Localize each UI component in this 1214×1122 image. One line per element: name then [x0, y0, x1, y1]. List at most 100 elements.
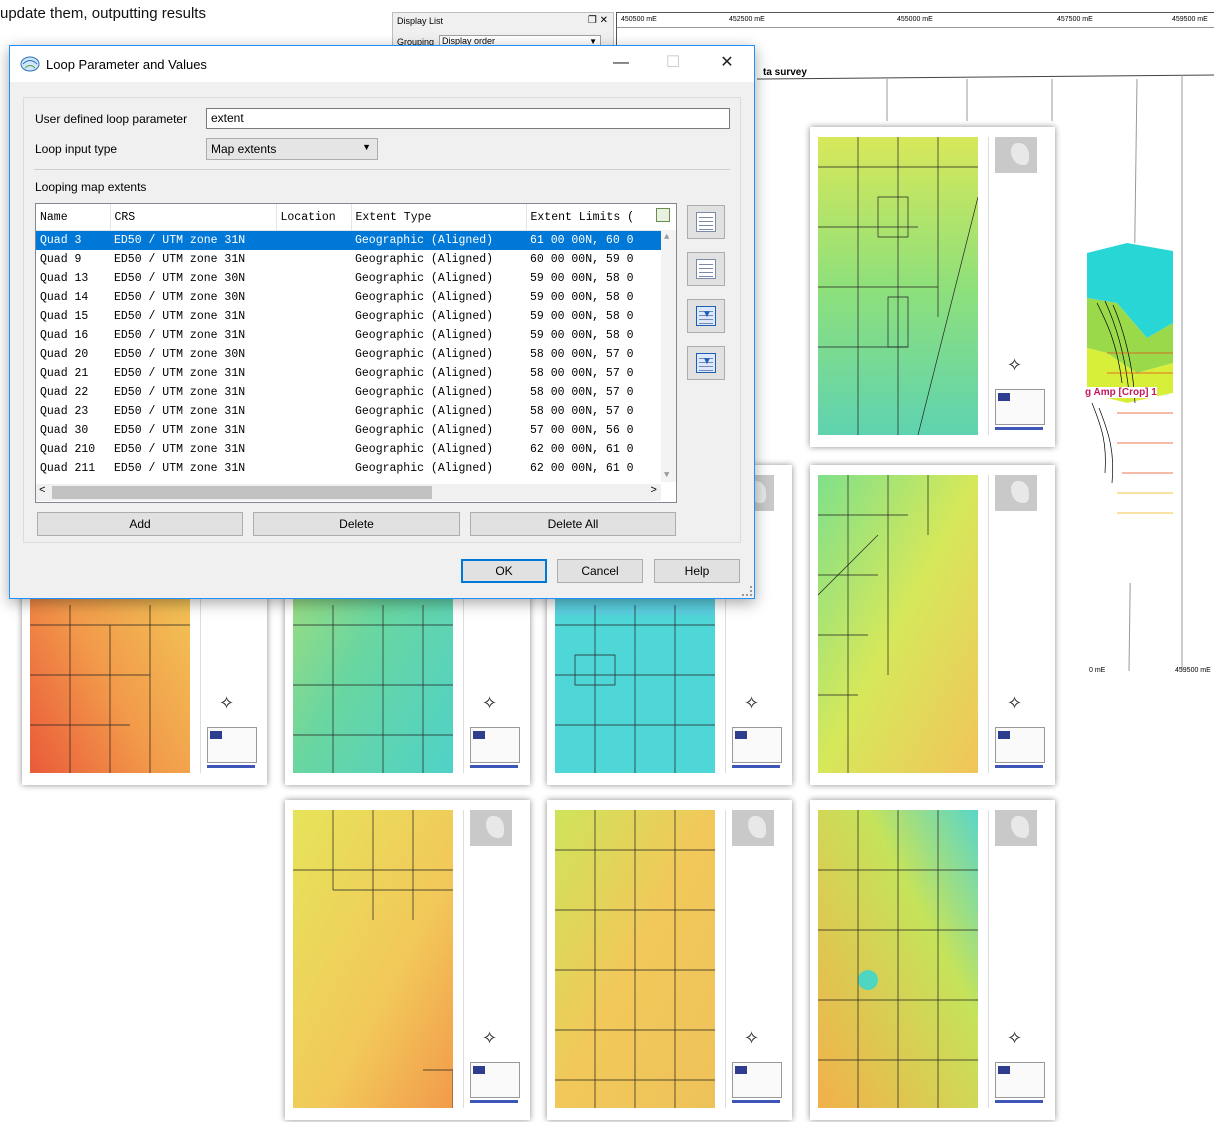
cell-extent-type: Geographic (Aligned) [355, 386, 494, 399]
map-thumbnail[interactable]: ✧ [810, 465, 1055, 785]
easting-label: 459500 mE [1175, 667, 1211, 674]
move-up-icon [696, 259, 716, 279]
top-easting-axis: 450500 mE 452500 mE 455000 mE 457500 mE … [617, 13, 1214, 28]
map-thumbnail[interactable]: ✧ [810, 800, 1055, 1120]
thumbnail-map [818, 137, 978, 435]
column-header-location[interactable]: Location [276, 204, 352, 231]
column-header-extent-type[interactable]: Extent Type [351, 204, 527, 231]
cell-location [276, 345, 351, 364]
add-button[interactable]: Add [37, 512, 243, 536]
cancel-button[interactable]: Cancel [557, 559, 643, 583]
background-caption: update them, outputting results [0, 5, 206, 22]
cell-name: Quad 21 [40, 367, 89, 380]
scroll-thumb[interactable] [52, 486, 432, 499]
table-row[interactable]: Quad 9 ED50 / UTM zone 31N Geographic (Ali… [36, 250, 676, 269]
easting-label: 452500 mE [729, 16, 765, 23]
cell-crs: ED50 / UTM zone 31N [114, 424, 246, 437]
table-row[interactable]: Quad 16 ED50 / UTM zone 31N Geographic (Al… [36, 326, 676, 345]
minimize-icon[interactable]: — [598, 46, 644, 82]
cell-name: Quad 211 [40, 462, 96, 475]
map-extents-grid[interactable]: Name CRS Location Extent Type Extent Lim… [35, 203, 677, 503]
legend-strip [995, 1100, 1043, 1103]
move-down-button[interactable]: ▼ [687, 299, 725, 333]
cell-extent-type: Geographic (Aligned) [355, 291, 494, 304]
close-icon[interactable]: ✕ [704, 46, 750, 82]
table-row[interactable]: Quad 13 ED50 / UTM zone 30N Geographic (Al… [36, 269, 676, 288]
column-header-crs[interactable]: CRS [110, 204, 277, 231]
resize-grip-icon[interactable] [742, 586, 752, 596]
column-chooser-icon[interactable] [656, 208, 670, 222]
scroll-up-icon[interactable]: ▲ [664, 232, 669, 242]
column-header-name[interactable]: Name [36, 204, 111, 231]
title-bar[interactable]: Loop Parameter and Values — ☐ ✕ [10, 46, 754, 82]
table-row[interactable]: Quad 30 ED50 / UTM zone 31N Geographic (Al… [36, 421, 676, 440]
vertical-scrollbar[interactable]: ▲ ▼ [661, 230, 676, 482]
map-thumbnail[interactable]: ✧ [547, 800, 792, 1120]
survey-label: ta survey [763, 67, 807, 78]
loop-parameter-input[interactable]: extent [206, 108, 730, 129]
legend-strip [207, 765, 255, 768]
cell-extent-limits: 62 00 00N, 61 0 [530, 443, 634, 456]
table-row[interactable]: Quad 211 ED50 / UTM zone 31N Geographic (A… [36, 459, 676, 478]
cell-name: Quad 16 [40, 329, 89, 342]
compass-icon: ✧ [1007, 355, 1023, 375]
loop-input-type-select[interactable]: Map extents ▼ [206, 138, 378, 160]
input-type-value: Map extents [211, 142, 277, 156]
horizontal-scrollbar[interactable]: < > [36, 484, 661, 501]
cell-crs: ED50 / UTM zone 31N [114, 253, 246, 266]
table-row[interactable]: Quad 15 ED50 / UTM zone 31N Geographic (Al… [36, 307, 676, 326]
location-map-icon [995, 137, 1037, 173]
dialog-title: Loop Parameter and Values [46, 57, 207, 72]
easting-label: 457500 mE [1057, 16, 1093, 23]
panel-float-close-icon[interactable]: ❐ ✕ [588, 15, 608, 26]
move-to-top-button[interactable] [687, 205, 725, 239]
scroll-right-icon[interactable]: > [650, 485, 657, 497]
ok-button[interactable]: OK [461, 559, 547, 583]
table-row[interactable]: Quad 23 ED50 / UTM zone 31N Geographic (Al… [36, 402, 676, 421]
table-row[interactable]: Quad 22 ED50 / UTM zone 31N Geographic (Al… [36, 383, 676, 402]
move-to-bottom-button[interactable]: ▼ [687, 346, 725, 380]
thumbnail-side-panel: ✧ [463, 810, 522, 1108]
cell-name: Quad 13 [40, 272, 89, 285]
table-row[interactable]: Quad 210 ED50 / UTM zone 31N Geographic (A… [36, 440, 676, 459]
scroll-left-icon[interactable]: < [39, 485, 46, 497]
app-icon [20, 56, 40, 72]
column-header-extent-limits[interactable]: Extent Limits ( [526, 204, 676, 231]
input-type-label: Loop input type [35, 142, 118, 156]
cell-extent-type: Geographic (Aligned) [355, 367, 494, 380]
location-map-icon [995, 475, 1037, 511]
delete-button[interactable]: Delete [253, 512, 460, 536]
legend-box [732, 727, 782, 763]
table-row[interactable]: Quad 3 ED50 / UTM zone 31N Geographic (Ali… [36, 230, 676, 250]
cell-extent-limits: 58 00 00N, 57 0 [530, 367, 634, 380]
easting-label: 0 mE [1089, 667, 1106, 674]
cell-extent-limits: 62 00 00N, 61 0 [530, 462, 634, 475]
thumbnail-side-panel: ✧ [988, 475, 1047, 773]
compass-icon: ✧ [744, 693, 760, 713]
map-thumbnail[interactable]: ✧ [285, 800, 530, 1120]
legend-strip [732, 765, 780, 768]
cell-location [276, 364, 351, 383]
move-up-button[interactable] [687, 252, 725, 286]
cell-location [276, 326, 351, 345]
location-map-icon [995, 810, 1037, 846]
table-row[interactable]: Quad 14 ED50 / UTM zone 30N Geographic (Al… [36, 288, 676, 307]
cell-extent-limits: 58 00 00N, 57 0 [530, 405, 634, 418]
cell-extent-limits: 59 00 00N, 58 0 [530, 310, 634, 323]
cell-name: Quad 15 [40, 310, 89, 323]
scroll-down-icon[interactable]: ▼ [664, 470, 669, 480]
cell-crs: ED50 / UTM zone 31N [110, 230, 276, 250]
table-row[interactable]: Quad 20 ED50 / UTM zone 30N Geographic (Al… [36, 345, 676, 364]
legend-strip [470, 765, 518, 768]
map-thumbnail[interactable]: ✧ [810, 127, 1055, 447]
delete-all-button[interactable]: Delete All [470, 512, 676, 536]
compass-icon: ✧ [744, 1028, 760, 1048]
compass-icon: ✧ [219, 693, 235, 713]
table-row[interactable]: Quad 21 ED50 / UTM zone 31N Geographic (Al… [36, 364, 676, 383]
move-to-top-icon [696, 212, 716, 232]
cell-location [276, 230, 351, 250]
help-button[interactable]: Help [654, 559, 740, 583]
legend-strip [470, 1100, 518, 1103]
location-map-icon [470, 810, 512, 846]
maximize-icon: ☐ [665, 54, 681, 71]
